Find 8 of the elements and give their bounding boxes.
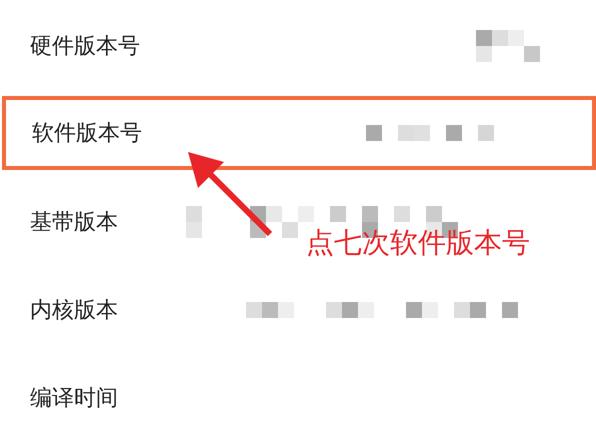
highlighted-setting-row[interactable]: 软件版本号 [2, 96, 596, 170]
setting-label: 软件版本号 [32, 120, 142, 148]
annotation-text: 点七次软件版本号 [306, 225, 530, 261]
blurred-value-drawing [476, 30, 540, 62]
setting-label: 内核版本 [30, 297, 118, 325]
setting-label: 基带版本 [30, 209, 118, 237]
setting-label: 硬件版本号 [30, 33, 140, 61]
setting-label: 编译时间 [30, 385, 118, 413]
